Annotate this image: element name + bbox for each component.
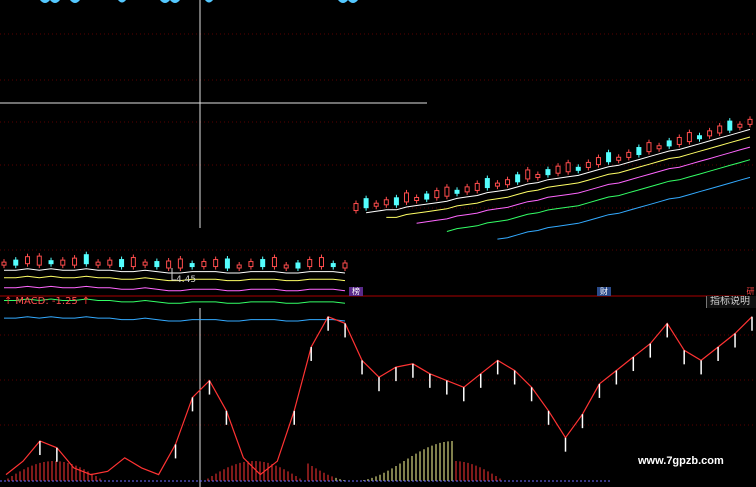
candle-body bbox=[383, 199, 389, 206]
candle-body bbox=[353, 203, 359, 212]
top-markers bbox=[40, 0, 358, 3]
candle-body bbox=[318, 257, 324, 268]
candle-body bbox=[464, 186, 470, 193]
candle-body bbox=[505, 179, 511, 186]
macd-label: ↑ MACD: -1.25 ↑ bbox=[4, 296, 90, 308]
candle-body bbox=[484, 178, 490, 189]
ma-line bbox=[4, 285, 346, 292]
candle-body bbox=[575, 166, 581, 171]
candle-body bbox=[676, 136, 682, 145]
moving-average-lines bbox=[4, 128, 751, 322]
candle-body bbox=[686, 132, 692, 143]
macd-line bbox=[5, 315, 753, 476]
candle-body bbox=[60, 259, 66, 266]
candle-body bbox=[727, 120, 733, 131]
candle-body bbox=[36, 255, 42, 266]
candle-body bbox=[260, 259, 266, 268]
macd-histogram bbox=[7, 441, 501, 481]
candle-body bbox=[717, 125, 723, 134]
candle-body bbox=[295, 262, 301, 269]
candle-body bbox=[154, 261, 160, 268]
candle-body bbox=[666, 140, 672, 147]
candle-body bbox=[494, 182, 500, 187]
candle-body bbox=[248, 261, 254, 268]
candle-body bbox=[83, 254, 89, 265]
macd-ticks bbox=[39, 316, 753, 462]
candle-body bbox=[636, 147, 642, 156]
event-tag[interactable]: 榜 bbox=[349, 287, 363, 296]
stock-chart[interactable] bbox=[0, 0, 756, 487]
candle-body bbox=[393, 197, 399, 206]
candle-body bbox=[535, 174, 541, 179]
candle-body bbox=[585, 161, 591, 168]
candle-body bbox=[142, 261, 148, 266]
up-arrow-icon: ↑ bbox=[81, 296, 91, 307]
candle-body bbox=[474, 182, 480, 191]
candle-body bbox=[696, 135, 702, 140]
up-arrow-icon: ↑ bbox=[4, 296, 13, 307]
candle-body bbox=[606, 152, 612, 163]
candle-body bbox=[13, 259, 19, 266]
candle-body bbox=[616, 156, 622, 161]
candle-body bbox=[595, 157, 601, 166]
candle-body bbox=[363, 198, 369, 209]
candle-body bbox=[525, 169, 531, 180]
event-tag[interactable]: 研 bbox=[745, 287, 756, 296]
ma-line bbox=[416, 146, 751, 224]
candle-body bbox=[48, 260, 54, 265]
candle-body bbox=[107, 259, 113, 266]
grid-lines bbox=[0, 33, 756, 426]
crosshair[interactable] bbox=[0, 0, 427, 487]
candle-body bbox=[166, 260, 172, 269]
candle-body bbox=[414, 196, 420, 201]
indicator-help-button[interactable]: 指标说明 bbox=[706, 296, 756, 308]
candlestick-series bbox=[1, 116, 753, 271]
candle-body bbox=[404, 192, 410, 203]
candle-body bbox=[224, 258, 230, 269]
candle-body bbox=[271, 257, 277, 268]
event-tag[interactable]: 财 bbox=[597, 287, 611, 296]
candle-body bbox=[454, 189, 460, 194]
candle-body bbox=[646, 142, 652, 153]
ma-line bbox=[4, 316, 346, 322]
candle-body bbox=[201, 261, 207, 268]
candle-body bbox=[424, 193, 430, 200]
candle-body bbox=[119, 259, 125, 268]
candle-body bbox=[189, 263, 195, 268]
candle-body bbox=[72, 257, 78, 266]
candle-body bbox=[656, 145, 662, 150]
candle-body bbox=[545, 169, 551, 176]
candle-body bbox=[1, 261, 7, 266]
candle-body bbox=[373, 202, 379, 207]
ma-line bbox=[4, 268, 346, 274]
candle-body bbox=[177, 258, 183, 269]
ma-line bbox=[446, 159, 751, 232]
candle-body bbox=[555, 165, 561, 174]
candle-body bbox=[707, 130, 713, 137]
candle-body bbox=[515, 174, 521, 183]
candle-body bbox=[130, 257, 136, 268]
candle-body bbox=[444, 186, 450, 197]
candle-body bbox=[626, 151, 632, 158]
macd-value: MACD: -1.25 bbox=[15, 296, 78, 307]
price-marker: 4.45 bbox=[176, 275, 197, 285]
watermark: www.7gpzb.com bbox=[638, 455, 724, 467]
candle-body bbox=[213, 259, 219, 268]
candle-body bbox=[330, 263, 336, 268]
candle-body bbox=[434, 190, 440, 199]
candle-body bbox=[342, 262, 348, 269]
candle-body bbox=[737, 123, 743, 128]
candle-body bbox=[747, 118, 753, 125]
candle-body bbox=[236, 264, 242, 269]
candle-body bbox=[565, 162, 571, 173]
candle-body bbox=[283, 264, 289, 269]
candle-body bbox=[25, 256, 31, 265]
candle-body bbox=[95, 261, 101, 266]
candle-body bbox=[307, 259, 313, 268]
